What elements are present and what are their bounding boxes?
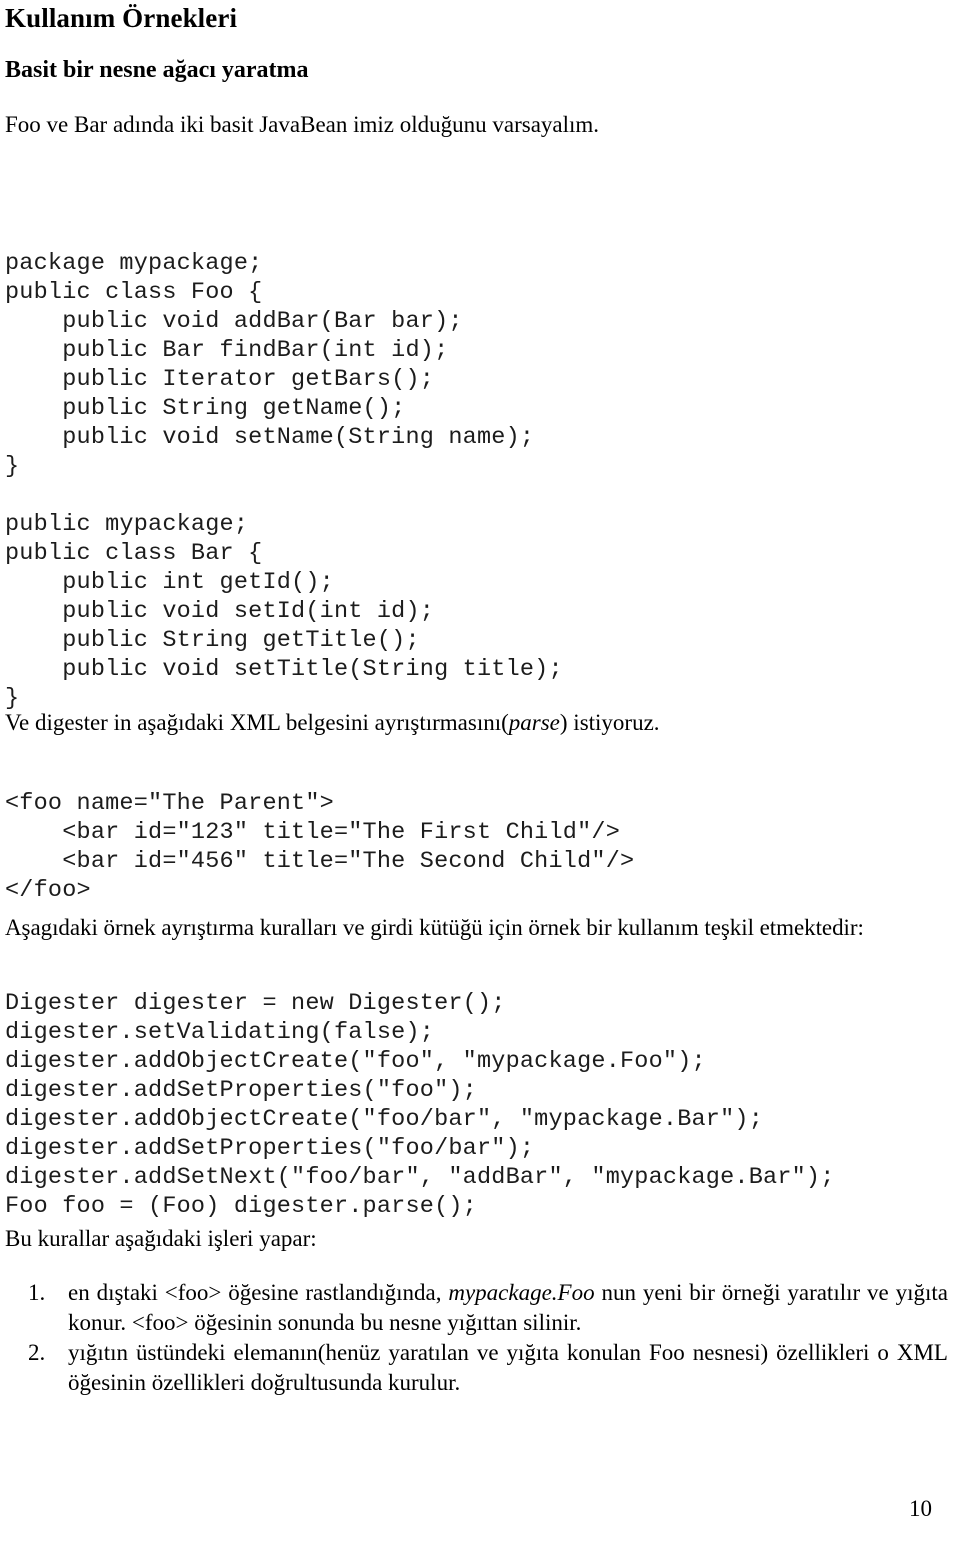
page-title: Kullanım Örnekleri [5, 3, 238, 33]
xml-intro-text-after: ) istiyoruz. [559, 710, 660, 735]
list-item-text: en dıştaki <foo> öğesine rastlandığında,… [68, 1278, 948, 1338]
page-number: 10 [909, 1496, 932, 1521]
list-item: 1. en dıştaki <foo> öğesine rastlandığın… [28, 1278, 948, 1338]
work-paragraph: Bu kurallar aşağıdaki işleri yapar: [5, 1226, 317, 1251]
list-item-marker: 2. [28, 1340, 46, 1365]
list-item-text-italic: mypackage.Foo [448, 1280, 595, 1305]
list-item-text-before: yığıtın üstündeki elemanın(henüz yaratıl… [68, 1340, 948, 1395]
code-block-xml: <foo name="The Parent"> <bar id="123" ti… [5, 789, 635, 904]
list-item-text-before: en dıştaki <foo> öğesine rastlandığında, [68, 1280, 449, 1305]
list-item: 2. yığıtın üstündeki elemanın(henüz yara… [28, 1338, 948, 1398]
rules-intro-paragraph: Aşagıdaki örnek ayrıştırma kuralları ve … [5, 915, 864, 940]
code-block-digester: Digester digester = new Digester(); dige… [5, 989, 835, 1220]
intro-paragraph: Foo ve Bar adında iki basit JavaBean imi… [5, 112, 600, 137]
xml-intro-paragraph: Ve digester in aşağıdaki XML belgesini a… [5, 708, 660, 738]
rules-list: 1. en dıştaki <foo> öğesine rastlandığın… [0, 1278, 948, 1398]
xml-intro-text-before: Ve digester in aşağıdaki XML belgesini a… [5, 710, 509, 735]
code-block-javabeans: package mypackage; public class Foo { pu… [5, 249, 563, 712]
document-page: Kullanım Örnekleri Basit bir nesne ağacı… [0, 0, 960, 1541]
section-heading: Basit bir nesne ağacı yaratma [5, 57, 309, 83]
xml-intro-text-italic: parse [508, 710, 560, 735]
list-item-text: yığıtın üstündeki elemanın(henüz yaratıl… [68, 1338, 948, 1398]
list-item-marker: 1. [28, 1280, 46, 1305]
